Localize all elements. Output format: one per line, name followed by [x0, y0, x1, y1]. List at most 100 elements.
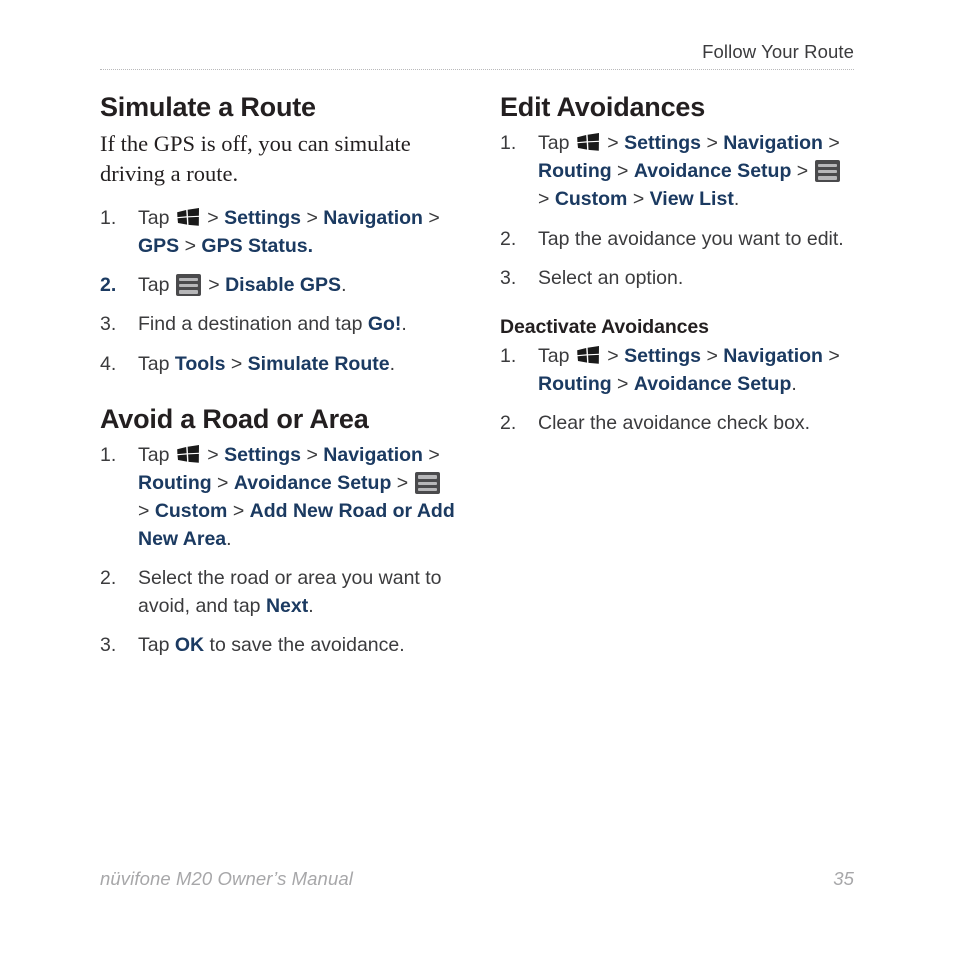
- section-heading: Simulate a Route: [100, 92, 316, 122]
- ui-term: Navigation: [323, 207, 423, 230]
- ui-term: Custom: [154, 500, 228, 523]
- step-number: 3.: [500, 266, 517, 289]
- footer-page-number: 35: [833, 868, 854, 889]
- footer-manual-title: nüvifone M20 Owner’s Manual: [100, 868, 353, 889]
- step-number: 1.: [100, 443, 117, 466]
- ui-term: Tools: [174, 352, 226, 375]
- path-separator: >: [138, 500, 155, 523]
- menu-list-icon: [414, 472, 440, 495]
- section-heading: Avoid a Road or Area: [100, 403, 369, 434]
- steps-list: 1. Tap > Settings > Navigation > Routing …: [100, 441, 456, 660]
- step-item: 3. Tap OK to save the avoidance.: [100, 631, 456, 659]
- step-text: Tap: [538, 345, 575, 368]
- step-text: Tap: [138, 274, 175, 297]
- step-text: Tap: [538, 132, 575, 155]
- windows-start-icon: [576, 346, 600, 365]
- step-item: 1. Tap > Settings > Navigation > Routing …: [500, 129, 856, 213]
- ui-term: Simulate Route: [247, 352, 390, 375]
- step-item: 4. Tap Tools > Simulate Route.: [100, 350, 456, 378]
- ui-term: GPS Status.: [201, 235, 314, 258]
- path-separator: >: [201, 207, 225, 230]
- step-item: 1. Tap > Settings > Navigation > Routing …: [100, 441, 456, 553]
- steps-list: 1. Tap > Settings > Navigation > GPS > GP…: [100, 204, 456, 377]
- step-item: 3. Select an option.: [500, 264, 856, 292]
- menu-list-icon: [814, 160, 840, 183]
- step-text: .: [401, 313, 407, 336]
- ui-term: Go!: [367, 313, 402, 336]
- step-number: 3.: [100, 634, 117, 657]
- ui-term: Settings: [624, 132, 702, 155]
- path-separator: >: [179, 235, 202, 258]
- path-separator: >: [211, 472, 234, 495]
- ui-term: Routing: [538, 160, 612, 183]
- step-number: 4.: [100, 352, 117, 375]
- path-separator: >: [611, 160, 634, 183]
- step-text: Find a destination and tap: [138, 313, 368, 336]
- section-heading: Edit Avoidances: [500, 92, 706, 122]
- step-text: .: [791, 373, 797, 396]
- sub-heading: Deactivate Avoidances: [500, 315, 709, 338]
- step-text: Tap: [138, 443, 175, 466]
- ui-term: Avoidance Setup: [233, 472, 392, 495]
- path-separator: >: [701, 345, 724, 368]
- step-number: 1.: [500, 132, 517, 155]
- step-text: .: [308, 595, 314, 618]
- step-number: 3.: [100, 313, 117, 336]
- step-number: 2.: [100, 567, 117, 590]
- step-number: 2.: [500, 227, 517, 250]
- step-item: 2. Select the road or area you want to av…: [100, 564, 456, 620]
- ui-term: Next: [265, 595, 309, 618]
- ui-term: View List: [649, 188, 734, 211]
- windows-start-icon: [176, 208, 200, 227]
- running-header-title: Follow Your Route: [702, 41, 854, 62]
- step-text: .: [226, 528, 232, 551]
- path-separator: >: [611, 373, 634, 396]
- step-text: Tap: [138, 352, 175, 375]
- menu-list-icon: [175, 274, 201, 297]
- path-separator: >: [601, 132, 625, 155]
- running-header: Follow Your Route: [100, 41, 854, 63]
- path-separator: >: [701, 132, 724, 155]
- ui-term: Avoidance Setup: [633, 160, 792, 183]
- step-item: 3. Find a destination and tap Go!.: [100, 310, 456, 338]
- page-footer: nüvifone M20 Owner’s Manual 35: [100, 868, 854, 890]
- ui-term: Settings: [224, 443, 302, 466]
- step-item: 1. Tap > Settings > Navigation > Routing …: [500, 342, 856, 398]
- path-separator: >: [422, 207, 440, 230]
- content-block: Deactivate Avoidances 1. Tap > Settings > …: [500, 316, 856, 438]
- step-text: Select an option.: [538, 266, 684, 289]
- step-text: Clear the avoidance check box.: [538, 412, 811, 435]
- ui-term: Navigation: [723, 345, 823, 368]
- content-block: Simulate a Route If the GPS is off, you c…: [100, 92, 456, 378]
- ui-term: Navigation: [323, 443, 423, 466]
- step-item: 2. Clear the avoidance check box.: [500, 409, 856, 437]
- path-separator: >: [391, 472, 414, 495]
- ui-term: Routing: [138, 472, 212, 495]
- path-separator: >: [225, 352, 248, 375]
- step-item: 2. Tap the avoidance you want to edit.: [500, 225, 856, 253]
- path-separator: >: [822, 132, 840, 155]
- step-item: 2. Tap > Disable GPS.: [100, 271, 456, 299]
- ui-term: Navigation: [723, 132, 823, 155]
- step-number: 2.: [500, 412, 517, 435]
- ui-term: Avoidance Setup: [633, 373, 792, 396]
- path-separator: >: [422, 443, 440, 466]
- intro-paragraph: If the GPS is off, you can simulate driv…: [100, 131, 411, 186]
- step-number: 1.: [100, 207, 117, 230]
- path-separator: >: [202, 274, 226, 297]
- right-column: Edit Avoidances 1. Tap > Settings > Naviga…: [500, 92, 856, 660]
- step-text: Tap: [138, 207, 175, 230]
- ui-term: Routing: [538, 373, 612, 396]
- ui-term: Settings: [224, 207, 302, 230]
- ui-term: OK: [174, 634, 205, 657]
- path-separator: >: [538, 188, 555, 211]
- ui-term: Settings: [624, 345, 702, 368]
- page-columns: Simulate a Route If the GPS is off, you c…: [100, 92, 856, 660]
- step-text: .: [341, 274, 347, 297]
- windows-start-icon: [576, 133, 600, 152]
- content-block: Edit Avoidances 1. Tap > Settings > Naviga…: [500, 92, 856, 292]
- path-separator: >: [301, 443, 324, 466]
- path-separator: >: [791, 160, 814, 183]
- step-text: .: [389, 352, 396, 375]
- steps-list: 1. Tap > Settings > Navigation > Routing …: [500, 342, 856, 437]
